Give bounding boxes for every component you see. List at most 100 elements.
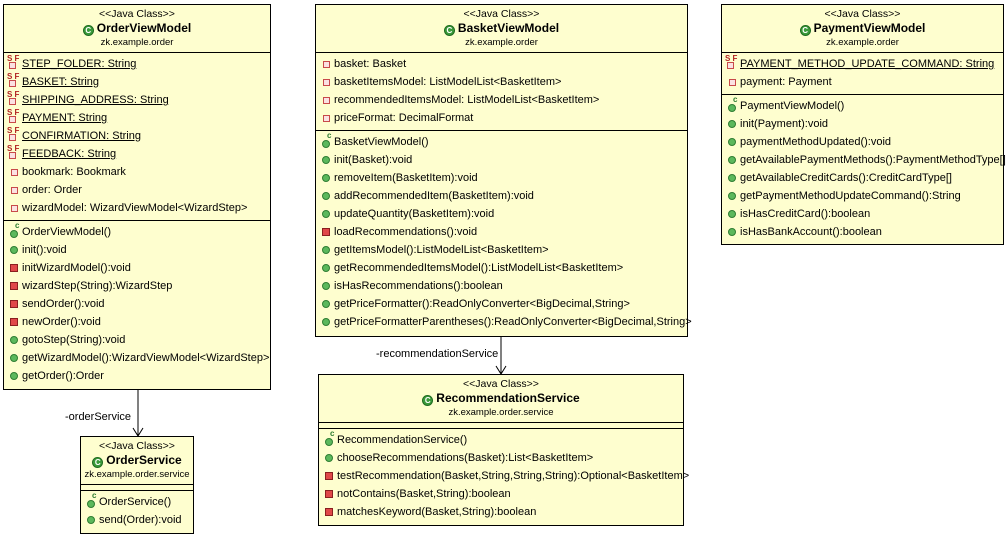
method-row: send(Order):void [81,511,193,529]
public-method-icon [322,300,330,308]
stereotype: <<Java Class>> [824,8,901,20]
public-method-icon [322,318,330,326]
private-field-icon [727,62,734,69]
class-basket-view-model[interactable]: <<Java Class>> C BasketViewModel zk.examp… [315,4,692,337]
method-row: updateQuantity(BasketItem):void [316,205,687,223]
class-recommendation-service[interactable]: <<Java Class>> C RecommendationService zk… [318,374,689,526]
stereotype: <<Java Class>> [99,8,175,20]
class-icon: C [443,25,455,36]
private-field-icon [9,80,16,87]
private-method-icon [10,318,18,326]
recommendation-service-association-label: -recommendationService [376,348,499,360]
method-row: BasketViewModel() [316,132,687,151]
class-order-service[interactable]: <<Java Class>> C OrderService zk.example.… [80,436,194,534]
method-row: chooseRecommendations(Basket):List<Baske… [319,449,683,467]
class-payment-view-model[interactable]: <<Java Class>> C PaymentViewModel zk.exam… [721,4,1006,245]
class-icon: C [799,25,811,36]
class-name: C PaymentViewModel [722,20,1003,37]
method-row: addRecommendedItem(BasketItem):void [316,187,687,205]
private-field-icon [323,115,330,122]
method-row: wizardStep(String):WizardStep [4,277,270,295]
method-row: OrderService() [81,492,193,511]
method-row: testRecommendation(Basket,String,String,… [319,467,689,485]
class-name: C RecommendationService [319,390,683,407]
method-row: initWizardModel():void [4,259,270,277]
constructor-icon [87,492,96,508]
class-icon: C [92,457,104,468]
public-method-icon [728,156,736,164]
public-method-icon [10,246,18,254]
private-method-icon [325,472,333,480]
fields-compartment: S F PAYMENT_METHOD_UPDATE_COMMAND: String… [722,53,1003,95]
constructor-icon [728,96,737,112]
method-row: getRecommendedItemsModel():ListModelList… [316,259,687,277]
private-method-icon [10,300,18,308]
field-row: bookmark: Bookmark [4,163,270,181]
fields-compartment: basket: Basket basketItemsModel: ListMod… [316,53,687,131]
field-row: S F SHIPPING_ADDRESS: String [7,90,169,107]
method-row: getPriceFormatterParentheses():ReadOnlyC… [316,313,692,331]
method-row: isHasCreditCard():boolean [722,205,1003,223]
methods-compartment: OrderViewModel() init():void initWizardM… [4,221,270,388]
public-method-icon [322,156,330,164]
private-field-icon [323,79,330,86]
method-row: loadRecommendations():void [316,223,687,241]
class-name: C BasketViewModel [316,20,687,37]
field-row: order: Order [4,181,270,199]
public-method-icon [10,336,18,344]
methods-compartment: PaymentViewModel() init(Payment):void pa… [722,95,1006,244]
method-row: init(Basket):void [316,151,687,169]
public-method-icon [322,210,330,218]
method-row: matchesKeyword(Basket,String):boolean [319,503,683,521]
private-method-icon [10,282,18,290]
method-row: RecommendationService() [319,430,683,449]
public-method-icon [728,210,736,218]
method-row: OrderViewModel() [4,222,270,241]
field-row: S F FEEDBACK: String [7,144,117,161]
class-header: <<Java Class>> C RecommendationService zk… [319,375,683,423]
class-header: <<Java Class>> C OrderService zk.example.… [81,437,193,485]
constructor-icon [10,222,19,238]
private-field-icon [729,79,736,86]
public-method-icon [728,174,736,182]
stereotype: <<Java Class>> [463,8,540,20]
public-method-icon [10,372,18,380]
public-method-icon [728,228,736,236]
field-row: S F PAYMENT_METHOD_UPDATE_COMMAND: String [725,54,995,71]
methods-compartment: BasketViewModel() init(Basket):void remo… [316,131,692,334]
package-name: zk.example.order [826,37,899,48]
public-method-icon [728,138,736,146]
field-row: priceFormat: DecimalFormat [316,109,687,127]
private-field-icon [11,187,18,194]
methods-compartment: RecommendationService() chooseRecommenda… [319,429,689,524]
class-header: <<Java Class>> C PaymentViewModel zk.exam… [722,5,1003,53]
class-header: <<Java Class>> C OrderViewModel zk.exampl… [4,5,270,53]
field-row: S F BASKET: String [7,72,100,89]
field-row: recommendedItemsModel: ListModelList<Bas… [316,91,687,109]
private-field-icon [9,152,16,159]
package-name: zk.example.order.service [448,407,554,418]
private-method-icon [325,490,333,498]
package-name: zk.example.order [100,37,174,48]
public-method-icon [322,246,330,254]
constructor-icon [322,132,331,148]
class-icon: C [82,25,94,36]
private-method-icon [10,264,18,272]
method-row: notContains(Basket,String):boolean [319,485,683,503]
method-row: init():void [4,241,270,259]
method-row: getWizardModel():WizardViewModel<WizardS… [4,349,270,367]
private-field-icon [323,61,330,68]
methods-compartment: OrderService() send(Order):void [81,491,193,532]
field-row: S F CONFIRMATION: String [7,126,141,143]
method-row: PaymentViewModel() [722,96,1003,115]
method-row: isHasBankAccount():boolean [722,223,1003,241]
field-row: wizardModel: WizardViewModel<WizardStep> [4,199,270,217]
public-method-icon [10,354,18,362]
method-row: gotoStep(String):void [4,331,270,349]
private-field-icon [323,97,330,104]
private-field-icon [11,205,18,212]
method-row: getAvailableCreditCards():CreditCardType… [722,169,1003,187]
method-row: getAvailablePaymentMethods():PaymentMeth… [722,151,1006,169]
class-order-view-model[interactable]: <<Java Class>> C OrderViewModel zk.exampl… [3,4,271,390]
method-row: getOrder():Order [4,367,270,385]
